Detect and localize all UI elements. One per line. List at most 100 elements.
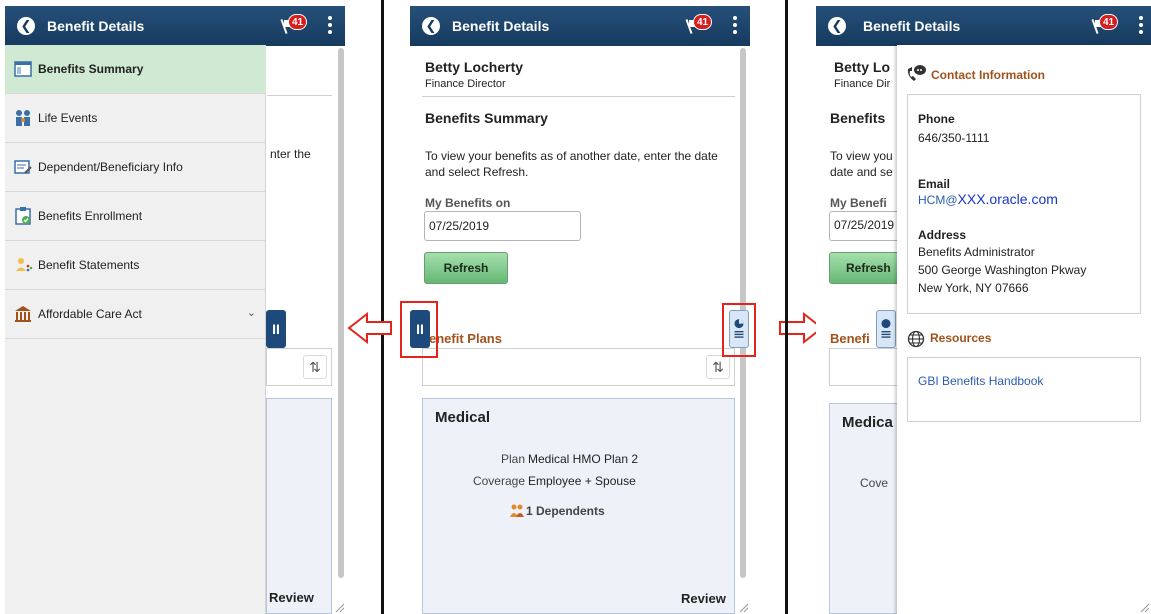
medical-title: Medical [435, 409, 491, 426]
medical-title: Medica [842, 414, 893, 431]
refresh-button[interactable]: Refresh [424, 252, 508, 284]
phone-value: 646/350-1111 [918, 131, 990, 145]
chevron-down-icon[interactable]: ⌄ [247, 306, 256, 319]
enrollment-icon [15, 207, 31, 225]
annotation-box [400, 301, 438, 358]
coverage-value: Employee + Spouse [528, 474, 636, 488]
scrollbar[interactable] [338, 48, 344, 578]
resize-handle-icon[interactable] [334, 602, 344, 612]
resize-handle-icon[interactable] [738, 602, 748, 612]
notification-flag-icon[interactable]: 41 [279, 14, 307, 38]
header-bar: ❮ Benefit Details 41 [816, 6, 1151, 46]
benefit-plans-title: Benefi [830, 331, 870, 346]
coverage-label: Coverage [472, 474, 525, 488]
collapse-panel-tab[interactable]: II [266, 310, 286, 348]
employee-name: Betty Lo [834, 59, 890, 75]
plan-value: Medical HMO Plan 2 [528, 452, 639, 466]
instructions-partial: nter the [270, 147, 311, 161]
instructions: To view you [830, 149, 893, 163]
contact-info-box: Phone 646/350-1111 Email HCM@XXX.oracle.… [907, 94, 1141, 314]
address-line: Benefits Administrator [918, 245, 1035, 259]
email-link[interactable]: HCM@XXX.oracle.com [918, 191, 1058, 207]
instructions: date and se [830, 165, 893, 179]
resize-handle-icon[interactable] [1139, 602, 1149, 612]
kebab-menu-icon[interactable] [327, 16, 333, 36]
dependent-icon [14, 160, 32, 174]
email-user: HCM@ [918, 193, 958, 207]
header-title: Benefit Details [452, 18, 550, 34]
panel-menu-view: ❮ Benefit Details 41 nter the II ⇅ Revie… [5, 0, 345, 614]
menu-item-label: Dependent/Beneficiary Info [38, 160, 183, 174]
email-label: Email [918, 177, 951, 191]
header-title: Benefit Details [47, 18, 145, 34]
benefit-plans-title: enefit Plans [429, 331, 502, 346]
medical-card-partial [266, 398, 332, 614]
left-arrow-icon [347, 311, 392, 345]
sort-icon[interactable]: ⇅ [303, 355, 327, 379]
back-arrow-icon[interactable]: ❮ [422, 17, 440, 35]
dependents-count[interactable]: 1 Dependents [526, 504, 605, 518]
email-domain: XXX.oracle.com [957, 191, 1058, 207]
contact-info-panel: Contact Information Phone 646/350-1111 E… [897, 45, 1151, 614]
globe-icon [907, 330, 925, 348]
phone-chat-icon [907, 65, 926, 81]
menu-item-dependent-info[interactable]: Dependent/Beneficiary Info [5, 143, 266, 192]
date-label: My Benefi [830, 196, 887, 210]
instructions: To view your benefits as of another date… [425, 149, 718, 179]
address-label: Address [918, 228, 967, 242]
header-title: Benefit Details [863, 18, 961, 34]
divider [267, 95, 332, 96]
back-arrow-icon[interactable]: ❮ [828, 17, 846, 35]
divider [381, 0, 384, 614]
menu-item-benefit-statements[interactable]: Benefit Statements [5, 241, 266, 290]
divider [422, 96, 735, 97]
contact-info-title: Contact Information [931, 68, 1045, 82]
review-link[interactable]: Review [269, 590, 314, 605]
plan-label: Plan [500, 452, 525, 466]
employee-name: Betty Locherty [425, 59, 524, 75]
employee-title: Finance Dir [834, 78, 891, 90]
pie-chart-icon [881, 319, 891, 338]
notification-flag-icon[interactable]: 41 [684, 14, 712, 38]
menu-item-benefits-summary[interactable]: Benefits Summary [5, 45, 266, 94]
sort-bar: ⇅ [422, 348, 735, 386]
phone-label: Phone [918, 112, 955, 126]
life-events-icon [16, 110, 30, 126]
statements-icon [16, 258, 33, 272]
employee-title: Finance Director [425, 78, 506, 90]
resources-title: Resources [930, 331, 992, 345]
back-arrow-icon[interactable]: ❮ [17, 17, 35, 35]
aca-building-icon [15, 306, 31, 322]
menu-item-label: Life Events [38, 111, 98, 125]
panel-main-view: ❮ Benefit Details 41 Betty Locherty Fina… [410, 0, 760, 614]
menu-item-label: Benefit Statements [38, 258, 140, 272]
menu-item-affordable-care-act[interactable]: Affordable Care Act ⌄ [5, 290, 266, 339]
notification-flag-icon[interactable]: 41 [1090, 14, 1118, 38]
date-label: My Benefits on [425, 196, 511, 210]
menu-item-benefits-enrollment[interactable]: Benefits Enrollment [5, 192, 266, 241]
notification-count-badge: 41 [288, 14, 307, 30]
summary-icon [14, 61, 32, 77]
handbook-link[interactable]: GBI Benefits Handbook [918, 374, 1043, 388]
medical-plan-card[interactable]: Medical Plan Medical HMO Plan 2 Coverage… [422, 398, 735, 614]
menu-item-label: Benefits Enrollment [38, 209, 143, 223]
notification-count-badge: 41 [693, 14, 712, 30]
resources-box: GBI Benefits Handbook [907, 357, 1141, 422]
kebab-menu-icon[interactable] [1138, 16, 1144, 36]
kebab-menu-icon[interactable] [732, 16, 738, 36]
header-bar: ❮ Benefit Details 41 [410, 6, 750, 46]
review-link[interactable]: Review [681, 591, 726, 606]
page-title: Benefits Summary [425, 110, 548, 126]
sort-bar: ⇅ [266, 348, 332, 386]
navigation-menu: Benefits Summary Life Events Dependent/B… [5, 45, 266, 614]
annotation-box [722, 303, 756, 357]
header-bar: ❮ Benefit Details 41 [5, 6, 345, 46]
dependents-icon [510, 504, 524, 517]
coverage-label: Cove [860, 476, 889, 490]
benefits-date-input[interactable] [424, 211, 581, 241]
info-panel-tab[interactable] [876, 310, 896, 348]
address-line: New York, NY 07666 [918, 281, 1029, 295]
address-line: 500 George Washington Pkway [918, 263, 1087, 277]
menu-item-life-events[interactable]: Life Events [5, 94, 266, 143]
sort-icon[interactable]: ⇅ [706, 355, 730, 379]
